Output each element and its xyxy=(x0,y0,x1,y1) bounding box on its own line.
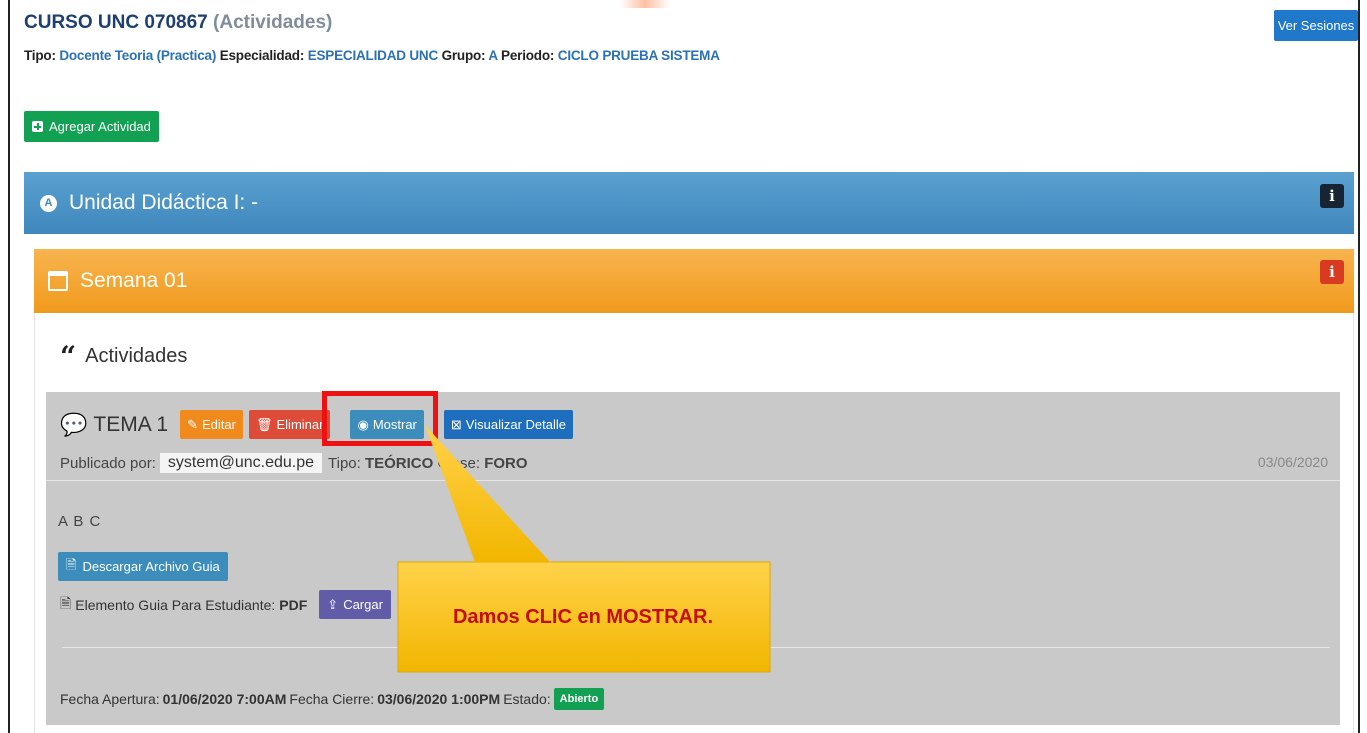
especialidad-label: Especialidad: xyxy=(219,48,305,63)
periodo-value: CICLO PRUEBA SISTEMA xyxy=(557,48,720,63)
eliminar-label: Eliminar xyxy=(276,417,324,432)
edit-icon: ✎ xyxy=(187,416,199,432)
callout-text: Damos CLIC en MOSTRAR. xyxy=(452,605,714,628)
tipo-label: Tipo: xyxy=(328,454,361,472)
apertura-label: Fecha Apertura: xyxy=(60,691,160,707)
trash-icon: 🗑 xyxy=(255,416,273,432)
quote-icon: “ xyxy=(60,339,77,373)
course-meta: Tipo: Docente Teoria (Practica) Especial… xyxy=(24,48,720,63)
week-info-button[interactable]: i xyxy=(1320,260,1344,284)
activities-heading: “ Actividades xyxy=(60,339,188,373)
unit-title: Unidad Didáctica I: - xyxy=(69,191,259,214)
agregar-actividad-label: Agregar Actividad xyxy=(49,119,151,134)
especialidad-value: ESPECIALIDAD UNC xyxy=(307,48,439,63)
grupo-label: Grupo: xyxy=(441,48,486,63)
decorative-glow xyxy=(620,0,670,8)
eliminar-button[interactable]: 🗑 Eliminar xyxy=(248,410,331,439)
tipo-label: Tipo: xyxy=(24,48,56,63)
descargar-guia-button[interactable]: 🗎 Descargar Archivo Guia xyxy=(58,552,228,581)
plus-square-icon xyxy=(32,121,43,132)
cargar-button[interactable]: ⇪ Cargar xyxy=(319,590,391,619)
activity-description: A B C xyxy=(58,513,102,530)
page-title: CURSO UNC 070867 (Actividades) xyxy=(24,12,332,34)
file-pdf-outline-icon: 🗎 xyxy=(60,594,72,611)
publisher-email: system@unc.edu.pe xyxy=(159,453,322,473)
agregar-actividad-button[interactable]: Agregar Actividad xyxy=(24,111,159,142)
elemento-value: PDF xyxy=(279,596,308,613)
periodo-label: Periodo: xyxy=(501,48,555,63)
activities-heading-label: Actividades xyxy=(85,345,188,367)
course-section: (Actividades) xyxy=(213,12,333,33)
activity-title: TEMA 1 xyxy=(93,412,169,436)
fecha-row: Fecha Apertura: 01/06/2020 7:00AM Fecha … xyxy=(60,688,605,710)
unit-info-button[interactable]: i xyxy=(1320,184,1344,208)
elemento-guia-row: 🗎 Elemento Guia Para Estudiante: PDF ⇪ C… xyxy=(60,590,391,619)
circle-a-icon: A xyxy=(40,194,57,212)
tipo-value: Docente Teoria (Practica) xyxy=(59,48,217,63)
file-pdf-icon: 🗎 xyxy=(66,556,77,572)
elemento-label: Elemento Guia Para Estudiante: xyxy=(75,596,276,613)
descargar-label: Descargar Archivo Guia xyxy=(82,559,220,574)
upload-icon: ⇪ xyxy=(327,596,339,612)
publicado-label: Publicado por: xyxy=(60,454,156,472)
unit-header[interactable]: A Unidad Didáctica I: - i xyxy=(24,172,1354,234)
editar-label: Editar xyxy=(202,417,236,432)
cargar-label: Cargar xyxy=(343,597,383,612)
cierre-value: 03/06/2020 1:00PM xyxy=(377,691,501,707)
estado-label: Estado: xyxy=(503,691,551,707)
week-header[interactable]: Semana 01 i xyxy=(34,249,1354,313)
status-badge: Abierto xyxy=(553,688,605,710)
wechat-icon: 💬 xyxy=(60,411,88,437)
week-title: Semana 01 xyxy=(80,269,188,292)
course-name: CURSO UNC 070867 xyxy=(24,12,208,33)
calendar-icon xyxy=(48,271,68,291)
apertura-value: 01/06/2020 7:00AM xyxy=(162,691,287,707)
cierre-label: Fecha Cierre: xyxy=(289,691,375,707)
grupo-value: A xyxy=(488,48,498,63)
ver-sesiones-button[interactable]: Ver Sesiones xyxy=(1274,10,1358,41)
editar-button[interactable]: ✎ Editar xyxy=(180,410,243,439)
activity-date: 03/06/2020 xyxy=(1257,454,1328,470)
